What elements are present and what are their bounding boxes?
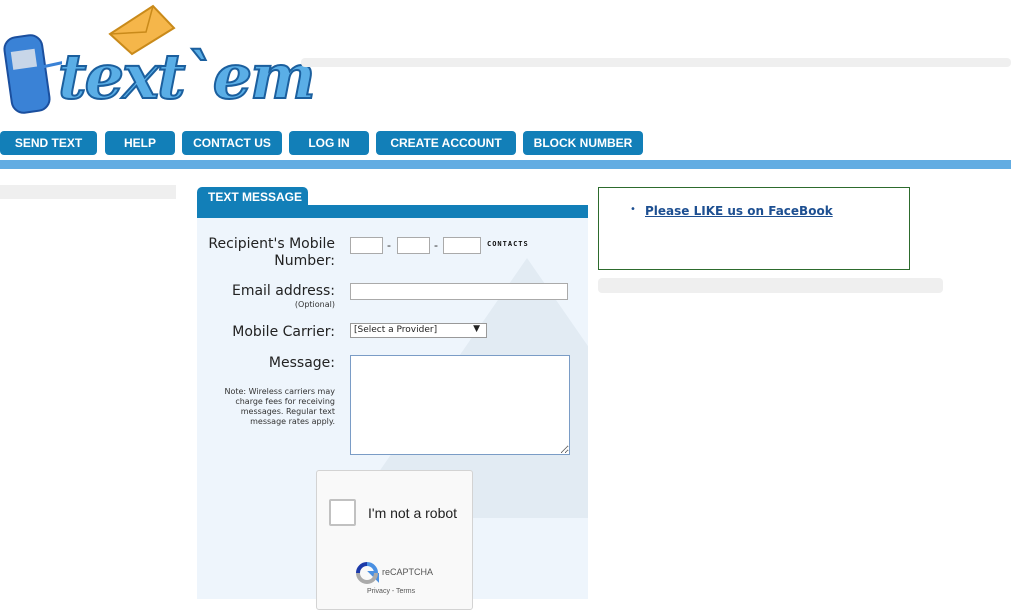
tab-bar [197, 205, 588, 218]
message-textarea[interactable] [350, 355, 570, 455]
message-label: Message: [268, 355, 335, 371]
recaptcha-label: I'm not a robot [368, 505, 458, 521]
email-label: Email address: [231, 283, 335, 299]
email-input[interactable] [350, 283, 568, 300]
recaptcha-checkbox[interactable] [329, 499, 356, 526]
top-divider [301, 58, 1011, 67]
contacts-link[interactable]: CONTACTS [487, 240, 529, 248]
tab-text-message[interactable]: TEXT MESSAGE [197, 187, 308, 207]
facebook-box: • Please LIKE us on FaceBook [598, 187, 910, 270]
bullet: • [630, 204, 636, 215]
nav-help[interactable]: HELP [105, 131, 175, 155]
phone-line-input[interactable] [443, 237, 481, 254]
recaptcha-brand: reCAPTCHA [382, 567, 434, 577]
dash: - [387, 238, 391, 252]
carrier-label: Mobile Carrier: [232, 324, 335, 340]
dropdown-arrow-icon: ▼ [473, 324, 480, 334]
phone-area-input[interactable] [350, 237, 383, 254]
logo[interactable]: text`em [0, 0, 317, 122]
carrier-value: [Select a Provider] [354, 325, 438, 335]
recaptcha-privacy-terms[interactable]: Privacy - Terms [367, 588, 415, 595]
nav-contact-us[interactable]: CONTACT US [182, 131, 282, 155]
nav-block-number[interactable]: BLOCK NUMBER [523, 131, 643, 155]
carrier-select[interactable]: [Select a Provider] ▼ [350, 323, 487, 338]
phone-icon [3, 34, 62, 114]
recaptcha-widget: I'm not a robot reCAPTCHA Privacy - Term… [316, 470, 473, 610]
left-sidebar-bar [0, 185, 176, 199]
email-optional: (Optional) [294, 300, 335, 309]
nav-send-text[interactable]: SEND TEXT [0, 131, 97, 155]
logo-text: text`em [57, 39, 317, 114]
facebook-like-link[interactable]: Please LIKE us on FaceBook [645, 204, 833, 218]
carrier-fees-note: Note: Wireless carriers may charge fees … [224, 387, 335, 426]
phone-prefix-input[interactable] [397, 237, 430, 254]
recaptcha-logo-icon [356, 562, 379, 584]
nav-underline-bar [0, 160, 1011, 169]
recipient-label: Recipient's Mobile Number: [208, 236, 335, 269]
nav-create-account[interactable]: CREATE ACCOUNT [376, 131, 516, 155]
right-sidebar-bar [598, 278, 943, 293]
dash: - [434, 238, 438, 252]
nav-log-in[interactable]: LOG IN [289, 131, 369, 155]
